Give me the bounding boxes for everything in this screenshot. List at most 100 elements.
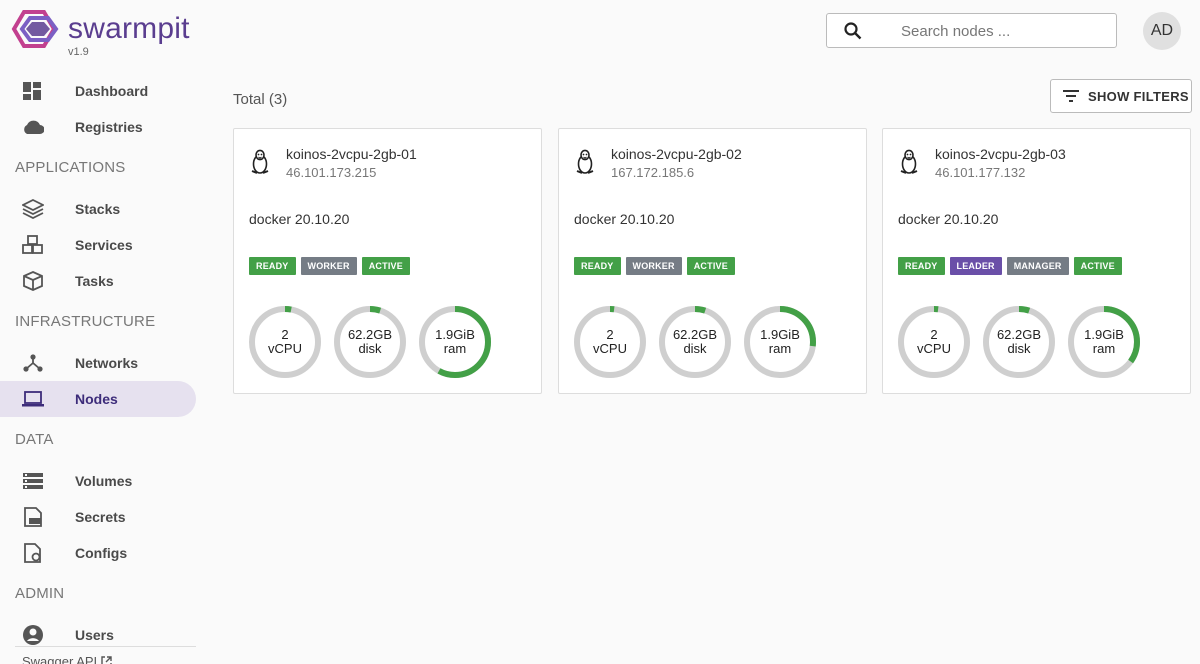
gauge-label: 2 vCPU (247, 304, 323, 380)
resource-gauge: 1.9GiB ram (1066, 304, 1142, 380)
gauge-value: 2 (930, 327, 938, 342)
logo[interactable]: swarmpit v1.9 (10, 8, 210, 58)
node-card[interactable]: koinos-2vcpu-2gb-02 167.172.185.6 docker 2… (558, 128, 867, 394)
avatar[interactable]: AD (1143, 12, 1181, 50)
node-name[interactable]: koinos-2vcpu-2gb-01 (286, 146, 417, 162)
cube-icon (22, 271, 44, 291)
sidebar-item-label: Volumes (75, 473, 133, 489)
resource-gauge: 62.2GB disk (657, 304, 733, 380)
sidebar-item-secrets[interactable]: Secrets (0, 499, 196, 535)
node-badges: READY LEADER MANAGER ACTIVE (898, 257, 1122, 275)
docker-version: docker 20.10.20 (574, 211, 675, 227)
laptop-icon (22, 389, 44, 409)
node-card[interactable]: koinos-2vcpu-2gb-01 46.101.173.215 docker … (233, 128, 542, 394)
resource-gauges: 2 vCPU 62.2GB disk 1.9GiB ram (572, 304, 818, 380)
status-badge: READY (249, 257, 296, 275)
resource-gauge: 2 vCPU (896, 304, 972, 380)
resource-gauges: 2 vCPU 62.2GB disk 1.9GiB ram (896, 304, 1142, 380)
sidebar-item-users[interactable]: Users (0, 617, 196, 653)
sidebar-item-label: Services (75, 237, 133, 253)
section-admin: ADMIN (15, 585, 65, 602)
sidebar-item-label: Nodes (75, 391, 118, 407)
key-icon (22, 507, 44, 527)
gauge-label: 1.9GiB ram (417, 304, 493, 380)
sidebar-item-networks[interactable]: Networks (0, 345, 196, 381)
node-badges: READY WORKER ACTIVE (574, 257, 735, 275)
gauge-value: 1.9GiB (435, 327, 475, 342)
status-badge: ACTIVE (361, 257, 410, 275)
status-badge: WORKER (300, 257, 357, 275)
swagger-link[interactable]: Swagger API (22, 654, 112, 664)
cubes-icon (22, 235, 44, 255)
show-filters-label: SHOW FILTERS (1088, 88, 1189, 104)
sidebar-item-dashboard[interactable]: Dashboard (0, 73, 196, 109)
node-ip: 167.172.185.6 (611, 165, 695, 180)
sidebar-item-label: Secrets (75, 509, 126, 525)
gauge-value: 2 (281, 327, 289, 342)
settings-file-icon (22, 543, 44, 563)
gauge-label: 2 vCPU (896, 304, 972, 380)
status-badge: READY (898, 257, 945, 275)
search-box[interactable] (826, 13, 1117, 48)
swarmpit-logo-icon (11, 10, 59, 48)
sidebar-item-services[interactable]: Services (0, 227, 196, 263)
gauge-unit: vCPU (268, 341, 302, 356)
sidebar-item-volumes[interactable]: Volumes (0, 463, 196, 499)
search-icon (844, 22, 862, 40)
sidebar-divider (15, 646, 196, 647)
node-name[interactable]: koinos-2vcpu-2gb-02 (611, 146, 742, 162)
docker-version: docker 20.10.20 (898, 211, 999, 227)
gauge-unit: vCPU (917, 341, 951, 356)
section-infrastructure: INFRASTRUCTURE (15, 313, 156, 330)
status-badge: ACTIVE (686, 257, 735, 275)
gauge-value: 62.2GB (347, 327, 393, 342)
dashboard-icon (22, 81, 44, 101)
app-version: v1.9 (68, 46, 89, 58)
app-name: swarmpit (68, 12, 190, 45)
section-applications: APPLICATIONS (15, 159, 126, 176)
layers-icon (22, 199, 44, 219)
sidebar-item-label: Dashboard (75, 83, 149, 99)
show-filters-button[interactable]: SHOW FILTERS (1050, 79, 1192, 113)
resource-gauge: 1.9GiB ram (417, 304, 493, 380)
gauge-label: 62.2GB disk (332, 304, 408, 380)
gauge-unit: vCPU (593, 341, 627, 356)
nodes-total: Total (3) (233, 91, 288, 108)
sidebar-item-configs[interactable]: Configs (0, 535, 196, 571)
gauge-value: 62.2GB (996, 327, 1042, 342)
swagger-label: Swagger API (22, 654, 98, 664)
gauge-unit: ram (768, 341, 792, 356)
gauge-value: 62.2GB (672, 327, 718, 342)
gauge-unit: ram (443, 341, 467, 356)
gauge-label: 1.9GiB ram (1066, 304, 1142, 380)
search-input[interactable] (901, 20, 1101, 42)
sidebar-item-nodes[interactable]: Nodes (0, 381, 196, 417)
sidebar-item-registries[interactable]: Registries (0, 109, 196, 145)
status-badge: READY (574, 257, 621, 275)
account-icon (22, 625, 44, 645)
sidebar-item-label: Configs (75, 545, 128, 561)
sidebar-nav: Dashboard Registries APPLICATIONS Stacks (0, 73, 208, 653)
sidebar-item-label: Stacks (75, 201, 121, 217)
status-badge: ACTIVE (1073, 257, 1122, 275)
gauge-value: 1.9GiB (1084, 327, 1124, 342)
node-name[interactable]: koinos-2vcpu-2gb-03 (935, 146, 1066, 162)
sidebar-item-label: Users (75, 627, 114, 643)
node-badges: READY WORKER ACTIVE (249, 257, 410, 275)
sidebar-item-stacks[interactable]: Stacks (0, 191, 196, 227)
gauge-label: 62.2GB disk (657, 304, 733, 380)
gauge-unit: disk (683, 341, 707, 356)
sidebar: swarmpit v1.9 Dashboard Registries APPLI… (0, 0, 208, 664)
resource-gauge: 62.2GB disk (981, 304, 1057, 380)
storage-icon (22, 471, 44, 491)
linux-icon (251, 149, 269, 174)
linux-icon (900, 149, 918, 174)
gauge-label: 1.9GiB ram (742, 304, 818, 380)
resource-gauge: 2 vCPU (572, 304, 648, 380)
sidebar-item-label: Networks (75, 355, 139, 371)
sidebar-item-tasks[interactable]: Tasks (0, 263, 196, 299)
gauge-value: 2 (606, 327, 614, 342)
node-card[interactable]: koinos-2vcpu-2gb-03 46.101.177.132 docker … (882, 128, 1191, 394)
external-link-icon (101, 656, 112, 664)
resource-gauge: 1.9GiB ram (742, 304, 818, 380)
